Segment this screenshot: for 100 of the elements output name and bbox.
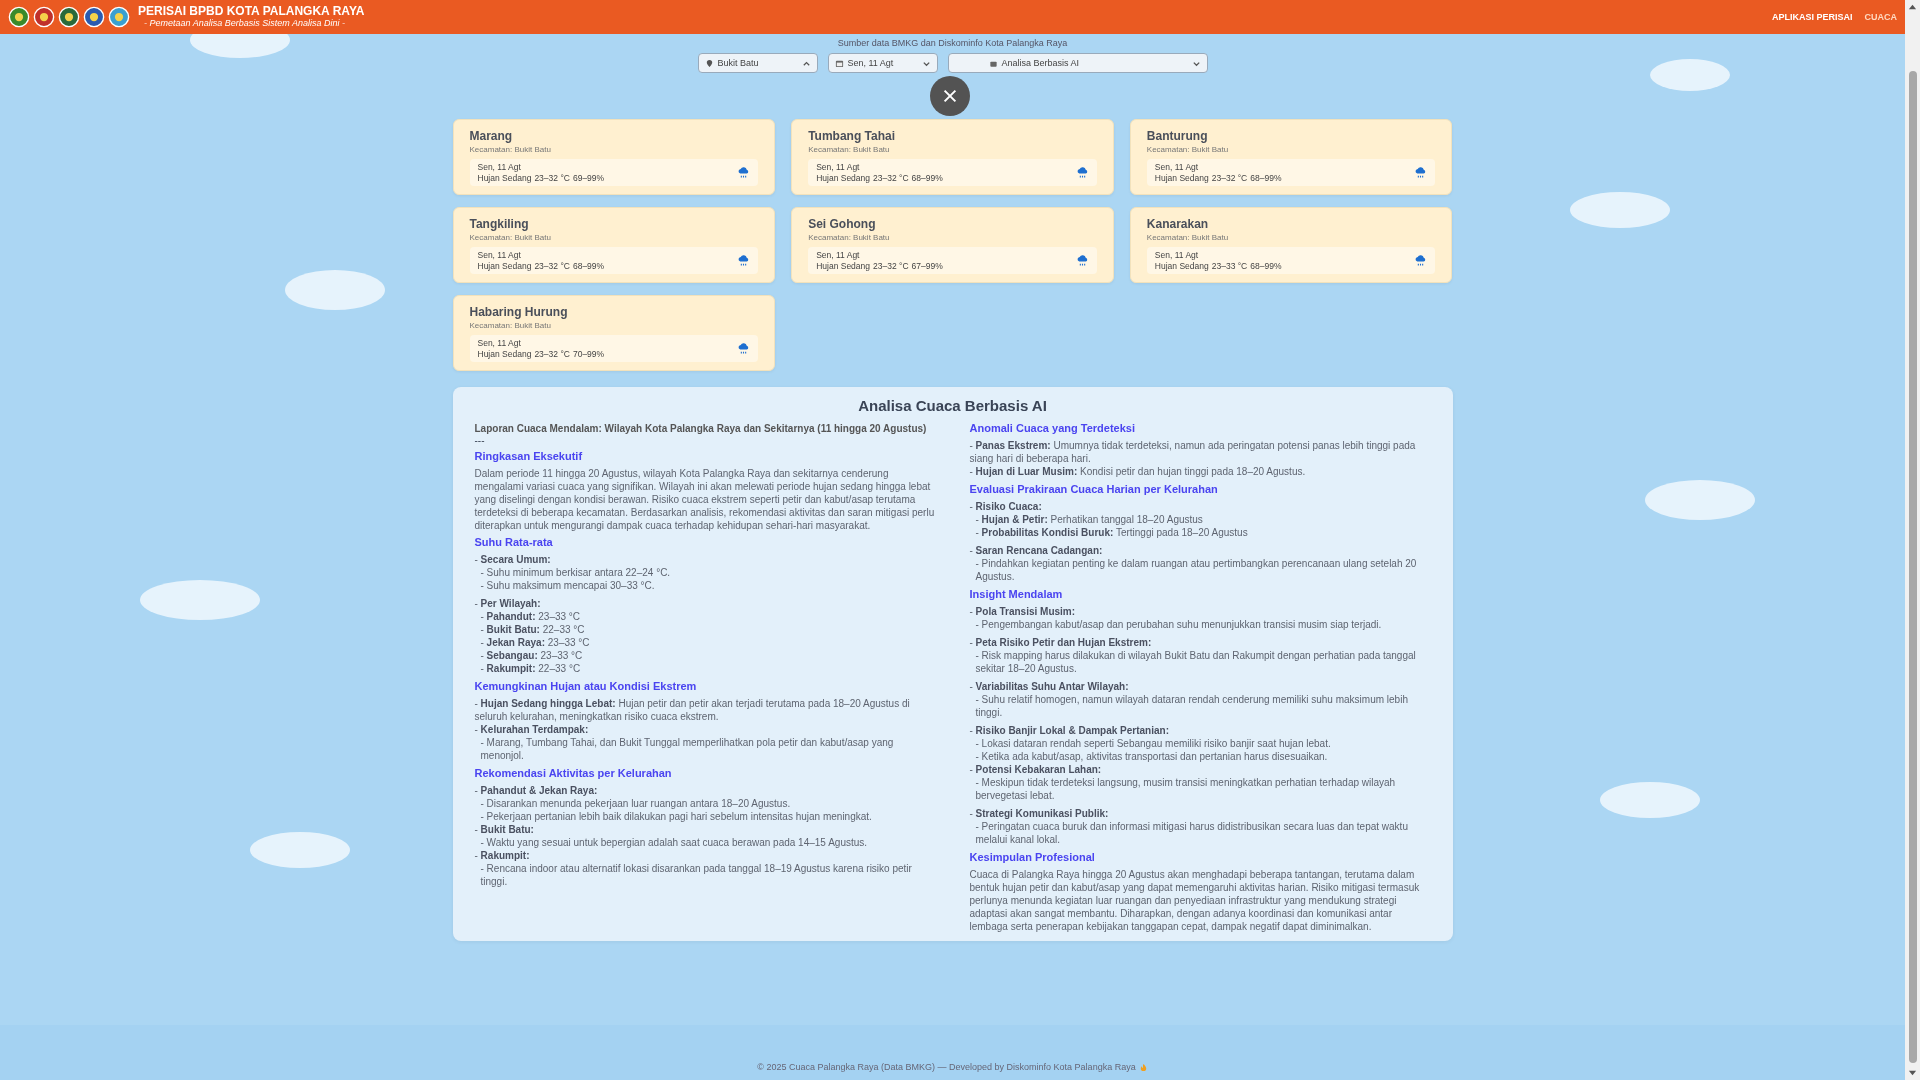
rain-cloud-icon bbox=[737, 166, 751, 180]
forecast-date: Sen, 11 Agt bbox=[1154, 162, 1200, 173]
app-title: PERISAI BPBD KOTA PALANGKA RAYA bbox=[138, 5, 365, 19]
list-item: - Saran Rencana Cadangan: bbox=[969, 544, 1104, 557]
scroll-down-icon[interactable] bbox=[1908, 1069, 1917, 1078]
list-item: - Panas Ekstrem: Umumnya tidak terdeteksi, namun ada peringatan potensi panas lebih tinggi pada siang hari di beberapa hari. bbox=[969, 439, 1417, 465]
humidity-text: 68–99% bbox=[1250, 172, 1282, 184]
condition-text: Hujan Sedang bbox=[477, 348, 532, 360]
nav-link[interactable]: APLIKASI PERISAI bbox=[1772, 12, 1853, 22]
list-item: - Pola Transisi Musim: bbox=[969, 605, 1077, 618]
list-item: - Bukit Batu: bbox=[474, 823, 535, 836]
condition-text: Hujan Sedang bbox=[1154, 260, 1209, 272]
list-item: - Sebangau: 23–33 °C bbox=[479, 649, 584, 662]
temperature-text: 23–32 °C bbox=[873, 260, 909, 272]
list-item: - Waktu yang sesuai untuk bepergian adalah saat cuaca berawan pada 14–15 Agustus. bbox=[479, 836, 869, 849]
list-item: - Risiko Cuaca: bbox=[969, 500, 1043, 513]
list-item: - Probabilitas Kondisi Buruk: Tertinggi pada 18–20 Agustus bbox=[974, 526, 1249, 539]
list-item: - Pindahkan kegiatan penting ke dalam ruangan atau pertimbangkan perencanaan ulang setelah 20 Agustus. bbox=[974, 557, 1418, 583]
list-item: - Rencana indoor atau alternatif lokasi disarankan pada tanggal 18–19 Agustus karena risiko petir tinggi. bbox=[479, 862, 913, 888]
rain-cloud-icon bbox=[737, 254, 751, 268]
app-subtitle: - Pemetaan Analisa Berbasis Sistem Analisa Dini - bbox=[144, 18, 346, 29]
temperature-text: 23–32 °C bbox=[534, 172, 570, 184]
rain-cloud-icon bbox=[1075, 254, 1089, 268]
scrollbar[interactable] bbox=[1905, 0, 1920, 1080]
filter-dropdown[interactable]: Analisa Berbasis AI bbox=[947, 53, 1208, 73]
footer-text: © 2025 Cuaca Palangka Raya (Data BMKG) — Developed by Diskominfo Kota Palangka Raya bbox=[757, 1062, 1136, 1072]
humidity-text: 70–99% bbox=[572, 348, 605, 360]
district-label: Kecamatan: Bukit Batu bbox=[808, 145, 891, 154]
scroll-thumb[interactable] bbox=[1908, 71, 1917, 1063]
list-item: - Suhu relatif homogen, namun wilayah dataran rendah cenderung memiliki suhu maksimum lebih tinggi. bbox=[974, 693, 1409, 719]
list-item: - Risk mapping harus dilakukan di wilayah Bukit Batu dan Rakumpit dengan perhatian pada tanggal sekitar 18–20 Agustus. bbox=[974, 649, 1417, 675]
condition-text: Hujan Sedang bbox=[477, 260, 532, 272]
condition-text: Hujan Sedang bbox=[816, 260, 871, 272]
list-item: - Hujan di Luar Musim: Kondisi petir dan hujan tinggi pada 18–20 Agustus. bbox=[969, 465, 1307, 478]
calendar-icon bbox=[834, 58, 844, 68]
panel-title: Analisa Cuaca Berbasis AI bbox=[857, 397, 1048, 414]
forecast-date: Sen, 11 Agt bbox=[816, 162, 861, 173]
forecast-date: Sen, 11 Agt bbox=[477, 162, 522, 173]
pin-icon bbox=[704, 58, 714, 68]
district-label: Kecamatan: Bukit Batu bbox=[808, 233, 891, 242]
section-paragraph: Dalam periode 11 hingga 20 Agustus, wilayah Kota Palangka Raya dan sekitarnya cenderung mengalami variasi cuaca yang signifikan. Wilayah ini akan melewati periode hujan sedang hingga lebat yang diselingi dengan kondisi berawan. Risiko cuaca ekstrem seperti petir dan kabut/asap terutama terdeteksi di beberapa kecamatan. Berdasarkan analisis, rekomendasi aktivitas dan saran mitigasi perlu diterapkan untuk mengurangi dampak cuaca terhadap kehidupan sehari-hari masyarakat. bbox=[474, 467, 936, 532]
forecast-date: Sen, 11 Agt bbox=[1154, 250, 1200, 261]
section-heading: Ringkasan Eksekutif bbox=[474, 450, 584, 463]
scroll-up-icon[interactable] bbox=[1908, 2, 1917, 11]
district-label: Kecamatan: Bukit Batu bbox=[469, 145, 552, 154]
condition-text: Hujan Sedang bbox=[816, 172, 871, 184]
humidity-text: 67–99% bbox=[911, 260, 943, 272]
location-name: Marang bbox=[469, 129, 514, 143]
humidity-text: 68–99% bbox=[911, 172, 943, 184]
list-item: - Jekan Raya: 23–33 °C bbox=[479, 636, 591, 649]
location-name: Tangkiling bbox=[469, 217, 530, 231]
location-name: Sei Gohong bbox=[808, 217, 877, 231]
humidity-text: 68–99% bbox=[1250, 260, 1282, 272]
district-label: Kecamatan: Bukit Batu bbox=[469, 321, 552, 330]
forecast-date: Sen, 11 Agt bbox=[477, 338, 522, 349]
flame-icon bbox=[1138, 1062, 1148, 1072]
list-item: - Pahandut & Jekan Raya: bbox=[474, 784, 599, 797]
list-item: - Kelurahan Terdampak: bbox=[474, 723, 590, 736]
location-name: Kanarakan bbox=[1146, 217, 1210, 231]
list-item: - Risiko Banjir Lokal & Dampak Pertanian: bbox=[969, 724, 1170, 737]
location-name: Banturung bbox=[1146, 129, 1209, 143]
humidity-text: 68–99% bbox=[572, 260, 605, 272]
section-heading: Anomali Cuaca yang Terdeteksi bbox=[969, 422, 1136, 435]
forecast-date: Sen, 11 Agt bbox=[816, 250, 861, 261]
source-note: Sumber data BMKG dan Diskominfo Kota Palangka Raya bbox=[837, 37, 1068, 49]
district-label: Kecamatan: Bukit Batu bbox=[1146, 145, 1230, 154]
section-heading: Evaluasi Prakiraan Cuaca Harian per Kelurahan bbox=[969, 483, 1219, 496]
list-item: - Secara Umum: bbox=[474, 553, 552, 566]
filter-dropdown[interactable]: Sen, 11 Agt bbox=[827, 53, 938, 73]
rain-cloud-icon bbox=[1414, 166, 1428, 180]
list-item: - Variabilitas Suhu Antar Wilayah: bbox=[969, 680, 1130, 693]
temperature-text: 23–32 °C bbox=[1211, 172, 1248, 184]
list-item: - Suhu maksimum mencapai 30–33 °C. bbox=[479, 579, 656, 592]
emblem-icon bbox=[8, 6, 30, 28]
filter-dropdown[interactable]: Bukit Batu bbox=[697, 53, 818, 73]
list-item: - Pekerjaan pertanian lebih baik dilakukan pagi hari sebelum intensitas hujan meningkat. bbox=[479, 810, 873, 823]
list-item: - Potensi Kebakaran Lahan: bbox=[969, 763, 1103, 776]
list-item: - Peringatan cuaca buruk dan informasi mitigasi harus didistribusikan secara luas dan tepat waktu melalui kanal lokal. bbox=[974, 820, 1409, 846]
emblem-icon bbox=[83, 6, 105, 28]
list-item: - Pengembangan kabut/asap dan perubahan suhu menunjukkan transisi musim siap terjadi. bbox=[974, 618, 1383, 631]
list-item: - Marang, Tumbang Tahai, dan Bukit Tunggal memperlihatkan pola petir dan kabut/asap yang menonjol. bbox=[479, 736, 895, 762]
list-item: - Bukit Batu: 22–33 °C bbox=[479, 623, 586, 636]
divider-text: --- bbox=[474, 435, 486, 446]
list-item: - Rakumpit: 22–33 °C bbox=[479, 662, 582, 675]
emblem-icon bbox=[33, 6, 55, 28]
list-item: - Rakumpit: bbox=[474, 849, 531, 862]
condition-text: Hujan Sedang bbox=[1154, 172, 1209, 184]
section-heading: Rekomendasi Aktivitas per Kelurahan bbox=[474, 767, 673, 780]
temperature-text: 23–32 °C bbox=[873, 172, 909, 184]
section-paragraph: Cuaca di Palangka Raya hingga 20 Agustus akan menghadapi beberapa tantangan, terutama dalam bentuk hujan petir dan kabut/asap yang dapat memengaruhi aktivitas harian. Risiko mitigasi termasuk perlunya menunda kegiatan luar ruangan dan penyediaan infrastruktur yang mendukung strategi adaptasi akan sangat membantu. Diharapkan, dengan adanya koordinasi dan komunikasi antar lembaga serta penerapan kebijakan tanggapan cepat, dampak negatif dapat diminimalkan. bbox=[969, 868, 1421, 933]
section-heading: Suhu Rata-rata bbox=[474, 536, 554, 549]
location-name: Tumbang Tahai bbox=[808, 129, 897, 143]
list-item: - Hujan Sedang hingga Lebat: Hujan petir dan petir akan terjadi terutama pada 18–20 Agustus di seluruh kelurahan, meningkatkan risiko cuaca ekstrem. bbox=[474, 697, 911, 723]
condition-text: Hujan Sedang bbox=[477, 172, 532, 184]
temperature-text: 23–32 °C bbox=[534, 260, 570, 272]
district-label: Kecamatan: Bukit Batu bbox=[1146, 233, 1230, 242]
district-label: Kecamatan: Bukit Batu bbox=[469, 233, 552, 242]
list-item: - Pahandut: 23–33 °C bbox=[479, 610, 582, 623]
list-item: - Disarankan menunda pekerjaan luar ruangan antara 18–20 Agustus. bbox=[479, 797, 792, 810]
list-item: - Suhu minimum berkisar antara 22–24 °C. bbox=[479, 566, 672, 579]
